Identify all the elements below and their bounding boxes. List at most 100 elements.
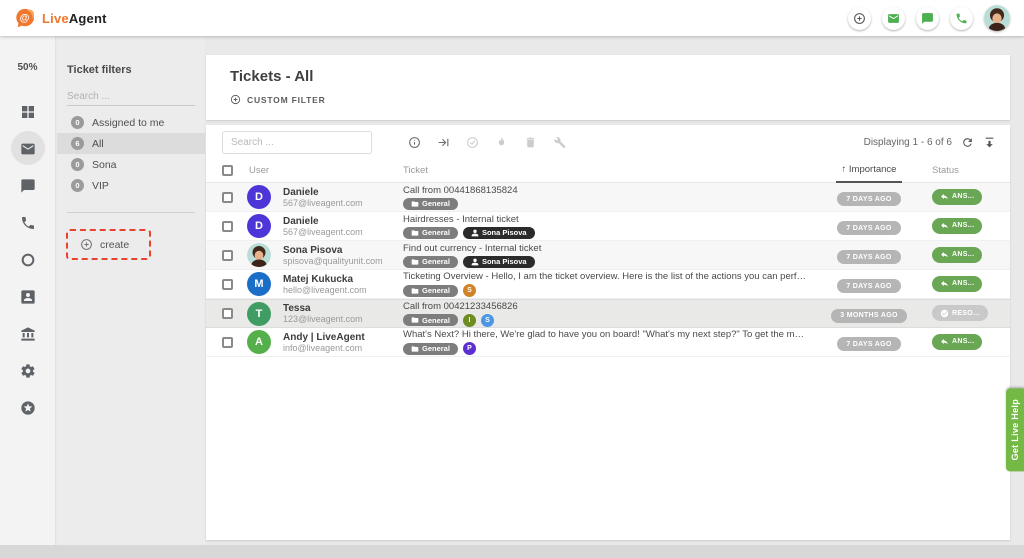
select-all-checkbox[interactable]	[222, 165, 233, 176]
sidebar-item-settings[interactable]	[0, 352, 56, 389]
importance-cell: 7 DAYS AGO	[816, 188, 922, 207]
tag-dot: S	[463, 284, 476, 297]
resolve-button[interactable]	[466, 136, 479, 149]
calls-button[interactable]	[950, 7, 973, 30]
get-live-help-button[interactable]: Get Live Help	[1006, 388, 1024, 471]
user-cell: Matej Kukucka hello@liveagent.com	[283, 274, 403, 295]
tickets-search-input[interactable]	[222, 131, 372, 154]
reply-arrow-icon	[940, 221, 949, 230]
row-checkbox[interactable]	[222, 308, 233, 319]
table-row[interactable]: A Andy | LiveAgent info@liveagent.com Wh…	[206, 328, 1010, 357]
sort-arrow-icon: ↑	[842, 164, 847, 175]
filter-item-all[interactable]: 6 All	[57, 133, 205, 154]
filter-label: VIP	[92, 180, 109, 192]
reply-arrow-icon	[940, 337, 949, 346]
table-toolbar: Displaying 1 - 6 of 6	[206, 125, 1010, 159]
table-row[interactable]: T Tessa 123@liveagent.com Call from 0042…	[206, 299, 1010, 328]
sidebar-item-dashboard[interactable]	[0, 93, 56, 130]
importance-badge: 3 MONTHS AGO	[831, 309, 906, 323]
logo-text: LiveAgent	[42, 11, 107, 26]
delete-button[interactable]	[524, 136, 537, 149]
sidebar-item-online-visitors[interactable]	[0, 241, 56, 278]
row-checkbox[interactable]	[222, 250, 233, 261]
table-row[interactable]: M Matej Kukucka hello@liveagent.com Tick…	[206, 270, 1010, 299]
table-row[interactable]: Sona Pisova spisova@qualityunit.com Find…	[206, 241, 1010, 270]
sidebar-item-chats[interactable]	[0, 167, 56, 204]
filters-search-input[interactable]	[67, 88, 195, 106]
row-checkbox[interactable]	[222, 279, 233, 290]
forward-icon	[437, 136, 450, 149]
reply-arrow-icon	[940, 250, 949, 259]
export-button[interactable]	[983, 136, 996, 149]
sidebar-item-academy[interactable]	[0, 315, 56, 352]
dashboard-icon	[20, 104, 36, 120]
status-badge: RESO...	[932, 305, 988, 321]
filter-item-vip[interactable]: 0VIP	[57, 175, 205, 196]
folder-icon	[411, 345, 419, 353]
page-title: Tickets - All	[230, 68, 986, 85]
wrench-icon	[553, 136, 566, 149]
academy-icon	[20, 326, 36, 342]
filter-item-sona[interactable]: 0Sona	[57, 154, 205, 175]
calls-icon	[20, 215, 36, 231]
row-checkbox[interactable]	[222, 337, 233, 348]
emails-button[interactable]	[882, 7, 905, 30]
column-header-importance[interactable]: ↑ Importance	[816, 159, 922, 183]
sidebar-item-contacts[interactable]	[0, 278, 56, 315]
user-email: hello@liveagent.com	[283, 285, 403, 295]
ticket-subject: Call from 00421233456826	[403, 301, 808, 312]
filter-list: 0Assigned to me 6 All 0Sona0VIP	[57, 112, 205, 196]
table-row[interactable]: D Daniele 567@liveagent.com Hairdresses …	[206, 212, 1010, 241]
row-checkbox[interactable]	[222, 192, 233, 203]
ticket-subject: Call from 00441868135824	[403, 185, 808, 196]
agent-avatar[interactable]	[984, 5, 1010, 31]
info-button[interactable]	[408, 136, 421, 149]
refresh-icon	[961, 136, 974, 149]
plus-circle-icon	[230, 94, 241, 105]
ticket-subject: Hairdresses - Internal ticket	[403, 214, 808, 225]
status-cell: ANS...	[932, 246, 996, 264]
forward-button[interactable]	[437, 136, 450, 149]
table-row[interactable]: D Daniele 567@liveagent.com Call from 00…	[206, 183, 1010, 212]
user-name: Andy | LiveAgent	[283, 332, 403, 343]
user-avatar: M	[247, 272, 271, 296]
filter-count-badge: 6	[71, 137, 84, 150]
user-name: Sona Pisova	[283, 245, 403, 256]
status-cell: ANS...	[932, 275, 996, 293]
email-icon	[887, 12, 900, 25]
resolved-check-icon	[940, 309, 949, 318]
ticket-cell: Call from 00441868135824 General	[403, 185, 816, 210]
importance-badge: 7 DAYS AGO	[837, 250, 900, 264]
settings-icon	[20, 363, 36, 379]
sidebar-item-tickets[interactable]	[0, 130, 56, 167]
create-filter-button[interactable]: create	[66, 229, 151, 260]
sidebar-item-upgrade[interactable]	[0, 389, 56, 426]
status-cell: ANS...	[932, 333, 996, 351]
topbar-actions	[848, 5, 1010, 31]
person-icon	[471, 229, 479, 237]
tag-dot: S	[481, 314, 494, 327]
sidebar-item-calls[interactable]	[0, 204, 56, 241]
ticket-tags: GeneralIS	[403, 314, 808, 327]
column-header-ticket: Ticket	[403, 165, 816, 176]
custom-filter-label: CUSTOM FILTER	[247, 95, 326, 105]
bottom-strip	[0, 545, 1024, 558]
status-badge: ANS...	[932, 247, 982, 263]
status-cell: ANS...	[932, 217, 996, 235]
chats-button[interactable]	[916, 7, 939, 30]
new-item-button[interactable]	[848, 7, 871, 30]
spam-button[interactable]	[495, 136, 508, 149]
upgrade-icon	[20, 400, 36, 416]
column-header-status[interactable]: Status	[932, 165, 996, 176]
filter-label: All	[92, 138, 104, 150]
ticket-tags: GeneralP	[403, 342, 808, 355]
user-cell: Daniele 567@liveagent.com	[283, 187, 403, 208]
filter-label: Assigned to me	[92, 117, 164, 129]
tools-button[interactable]	[553, 136, 566, 149]
row-checkbox[interactable]	[222, 221, 233, 232]
filter-item-assigned-to-me[interactable]: 0Assigned to me	[57, 112, 205, 133]
refresh-button[interactable]	[961, 136, 974, 149]
plus-circle-icon	[853, 12, 866, 25]
custom-filter-button[interactable]: CUSTOM FILTER	[230, 94, 326, 105]
tag-agent: Sona Pisova	[463, 256, 535, 268]
